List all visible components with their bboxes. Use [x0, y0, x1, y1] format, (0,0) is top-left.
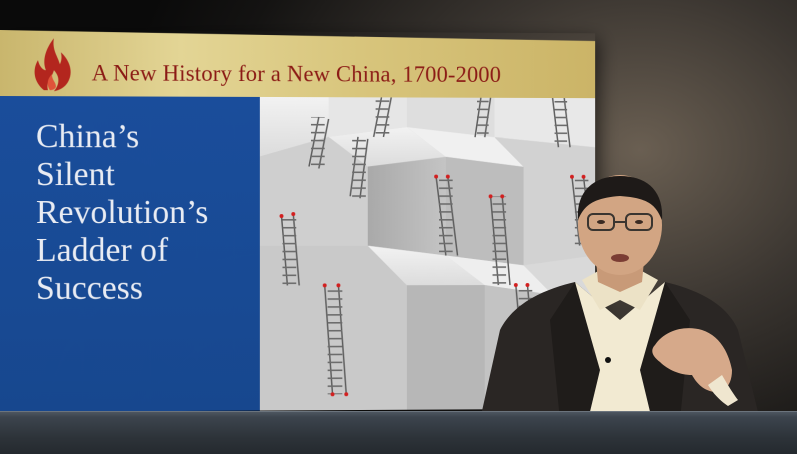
- slide-heading: China’s Silent Revolution’s Ladder of Su…: [36, 118, 254, 308]
- slide-heading-line: Silent: [35, 156, 115, 194]
- flame-icon: [30, 36, 76, 92]
- presenter: [480, 175, 760, 420]
- slide-heading-line: Success: [35, 269, 143, 307]
- slide-heading-line: Ladder of: [35, 231, 169, 269]
- video-frame: A New History for a New China, 1700-2000…: [0, 0, 797, 454]
- slide-heading-line: China’s: [35, 118, 140, 156]
- slide-heading-line: Revolution’s: [35, 194, 209, 231]
- slide-banner-title: A New History for a New China, 1700-2000: [91, 60, 502, 87]
- slide-banner: A New History for a New China, 1700-2000: [0, 30, 595, 98]
- slide-title-panel: China’s Silent Revolution’s Ladder of Su…: [0, 96, 260, 412]
- video-bottom-bar: [0, 411, 797, 454]
